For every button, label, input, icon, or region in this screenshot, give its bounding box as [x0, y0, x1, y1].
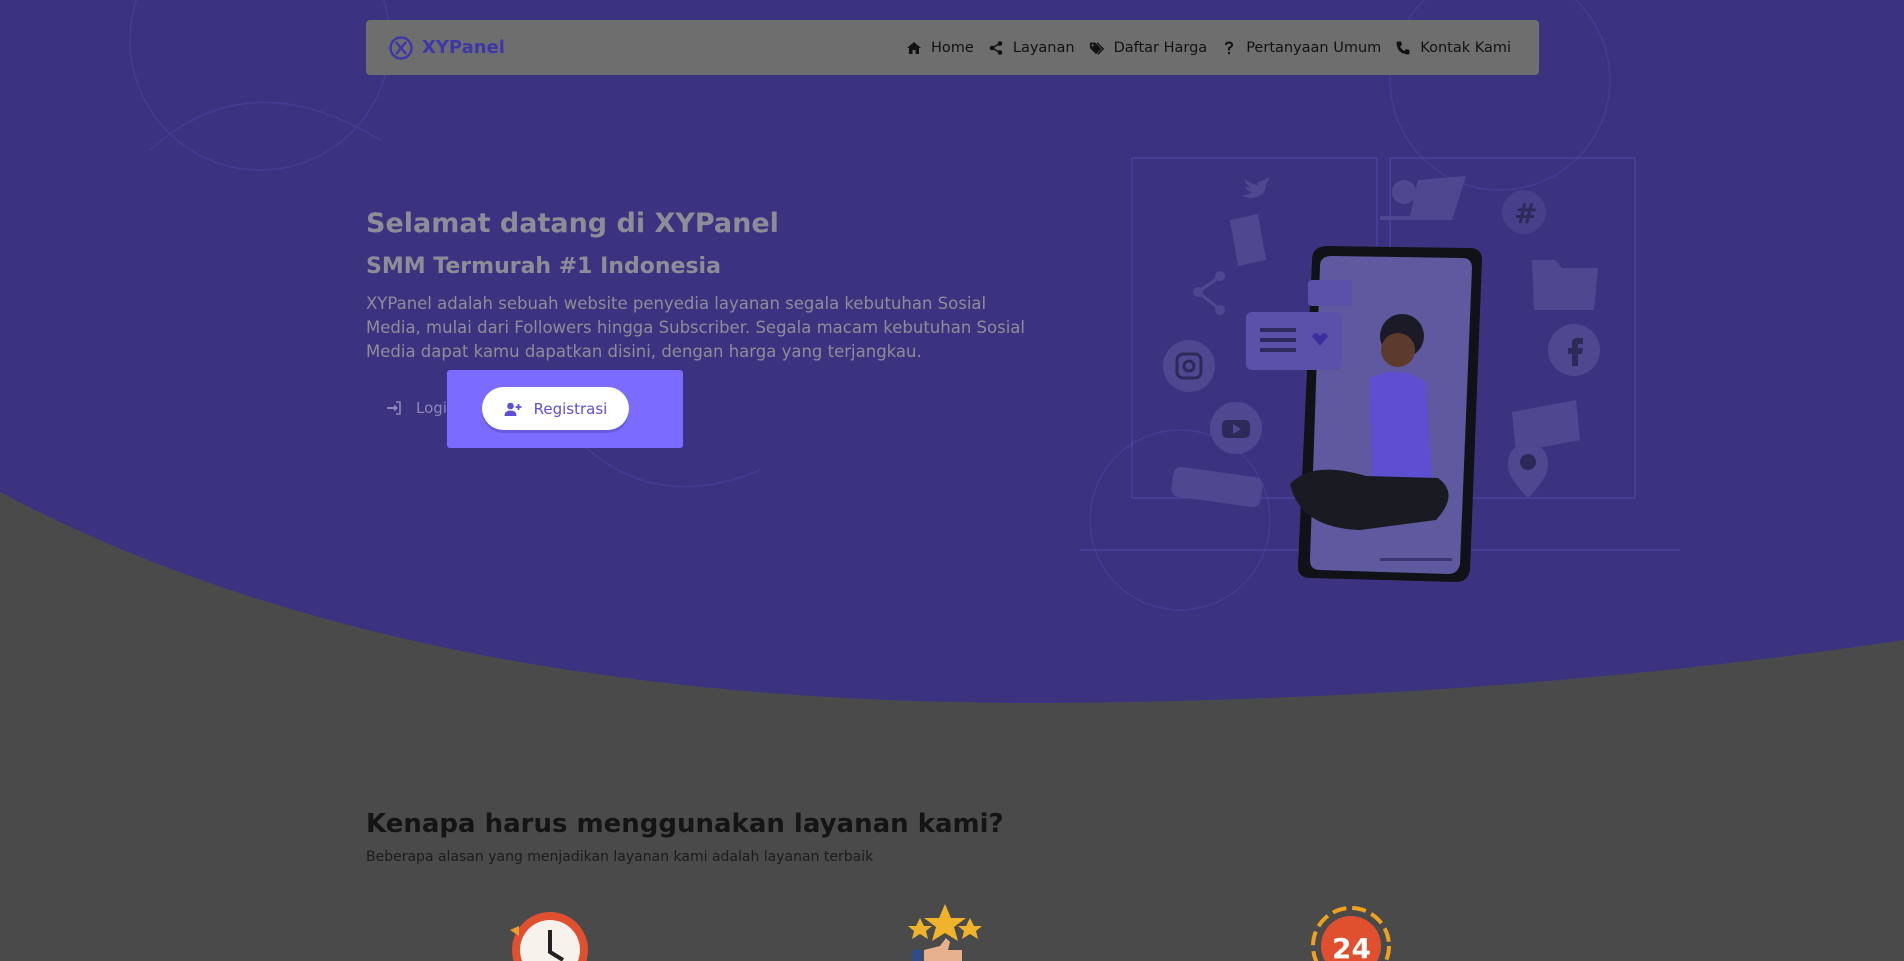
why-title: Kenapa harus menggunakan layanan kami?	[366, 809, 1004, 839]
user-plus-icon	[504, 402, 522, 416]
nav-layanan[interactable]: Layanan	[988, 40, 1075, 56]
nav-links: Home Layanan Daftar Harga Pertanyaan Umu…	[906, 40, 1511, 56]
hero-description: XYPanel adalah sebuah website penyedia l…	[366, 294, 1025, 361]
clock-icon	[510, 912, 588, 961]
phone-icon	[1396, 41, 1410, 54]
nav-daftar-harga-label: Daftar Harga	[1113, 39, 1208, 56]
register-label: Registrasi	[533, 399, 608, 418]
nav-pertanyaan-umum-label: Pertanyaan Umum	[1246, 39, 1382, 56]
sign-in-icon	[387, 401, 401, 415]
register-button[interactable]: Registrasi	[482, 387, 629, 430]
nav-layanan-label: Layanan	[1012, 39, 1075, 56]
navbar: XYPanel Home Layanan Daftar Harga Pertan…	[366, 20, 1539, 75]
nav-kontak-kami[interactable]: Kontak Kami	[1395, 40, 1511, 56]
home-icon	[907, 41, 922, 54]
question-icon	[1225, 41, 1234, 54]
nav-daftar-harga[interactable]: Daftar Harga	[1089, 39, 1208, 56]
brand-name: XYPanel	[422, 37, 505, 58]
24-hours-icon: 24	[1311, 906, 1391, 961]
brand-logo-icon	[389, 35, 413, 60]
hero-title: Selamat datang di XYPanel	[366, 208, 779, 239]
nav-pertanyaan-umum[interactable]: Pertanyaan Umum	[1221, 40, 1381, 56]
nav-kontak-kami-label: Kontak Kami	[1420, 39, 1511, 56]
stars-thumbs-up-icon	[908, 904, 982, 961]
nav-home-label: Home	[931, 39, 974, 56]
share-icon	[989, 40, 1003, 55]
svg-text:#: #	[1514, 197, 1537, 230]
brand[interactable]: XYPanel	[388, 35, 505, 61]
hero-subtitle: SMM Termurah #1 Indonesia	[366, 254, 721, 279]
twitter-icon	[1242, 176, 1270, 198]
why-subtitle: Beberapa alasan yang menjadikan layanan …	[366, 849, 874, 865]
tags-icon	[1089, 41, 1104, 55]
svg-text:24: 24	[1332, 932, 1371, 961]
nav-home[interactable]: Home	[906, 40, 974, 56]
hero-illustration: #	[1080, 157, 1680, 582]
